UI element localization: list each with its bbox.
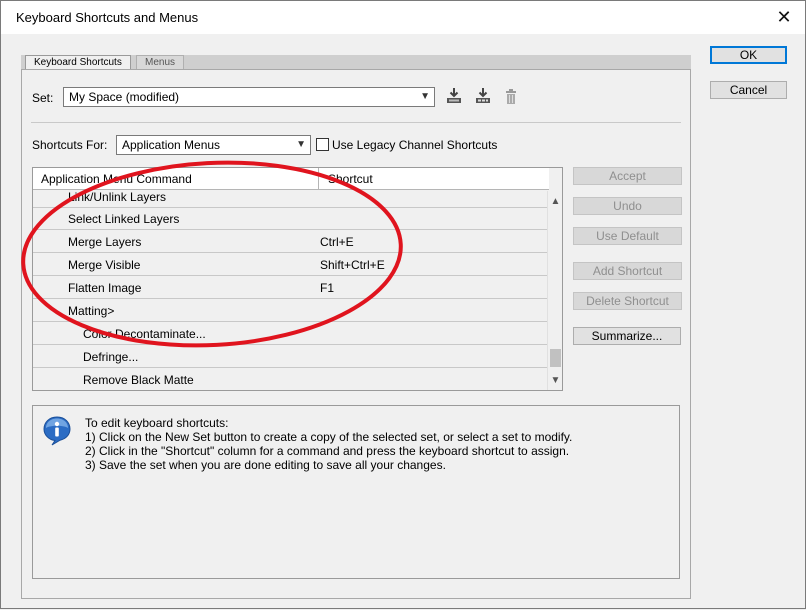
shortcuts-for-value: Application Menus (122, 138, 221, 152)
info-panel: To edit keyboard shortcuts: 1) Click on … (32, 405, 680, 579)
row-command: Merge Layers (68, 235, 142, 249)
info-text-line: 1) Click on the New Set button to create… (85, 430, 573, 444)
row-command: Color Decontaminate... (83, 327, 206, 341)
row-command: Link/Unlink Layers (68, 191, 167, 204)
set-dropdown-value: My Space (modified) (69, 90, 180, 104)
title-bar: Keyboard Shortcuts and Menus ✕ (1, 1, 805, 34)
ok-button[interactable]: OK (710, 46, 787, 64)
close-icon[interactable]: ✕ (773, 5, 795, 29)
undo-button[interactable]: Undo (573, 197, 682, 215)
chevron-down-icon: ▼ (296, 139, 306, 150)
set-label: Set: (32, 91, 54, 105)
table-row[interactable]: Link/Unlink Layers (33, 191, 547, 208)
save-set-as-icon[interactable] (474, 87, 492, 105)
table-row[interactable]: Remove Black Matte (33, 369, 547, 390)
legacy-channel-checkbox[interactable] (316, 138, 329, 151)
scroll-up-icon[interactable]: ▲ (548, 195, 562, 209)
row-shortcut[interactable]: F1 (320, 281, 334, 295)
info-text-line: 3) Save the set when you are done editin… (85, 458, 446, 472)
table-row[interactable]: Matting> (33, 300, 547, 322)
row-command: Defringe... (83, 350, 139, 364)
shortcuts-for-label: Shortcuts For: (32, 138, 108, 152)
row-shortcut[interactable]: Ctrl+E (320, 235, 354, 249)
vertical-scrollbar[interactable]: ▲ ▼ (547, 191, 562, 390)
keyboard-shortcuts-dialog: Keyboard Shortcuts and Menus ✕ OK Cancel… (0, 0, 806, 609)
column-header-shortcut[interactable]: Shortcut (319, 168, 549, 190)
separator (31, 122, 681, 123)
row-command: Remove Black Matte (83, 373, 194, 387)
row-command: Flatten Image (68, 281, 142, 295)
use-default-button[interactable]: Use Default (573, 227, 682, 245)
info-text-line: 2) Click in the "Shortcut" column for a … (85, 444, 570, 458)
accept-button[interactable]: Accept (573, 167, 682, 185)
row-command: Merge Visible (68, 258, 141, 272)
scrollbar-thumb[interactable] (550, 349, 561, 367)
shortcuts-for-dropdown[interactable]: Application Menus ▼ (116, 135, 311, 155)
info-icon (43, 416, 71, 446)
trash-icon[interactable] (502, 88, 520, 106)
table-row[interactable]: Merge Layers Ctrl+E (33, 231, 547, 253)
table-rows: Link/Unlink Layers Select Linked Layers … (33, 191, 547, 390)
set-dropdown[interactable]: My Space (modified) ▼ (63, 87, 435, 107)
chevron-down-icon: ▼ (420, 91, 430, 102)
delete-shortcut-button[interactable]: Delete Shortcut (573, 292, 682, 310)
tab-menus[interactable]: Menus (136, 55, 185, 70)
table-row[interactable]: Color Decontaminate... (33, 323, 547, 345)
table-row[interactable]: Merge Visible Shift+Ctrl+E (33, 254, 547, 276)
legacy-channel-label: Use Legacy Channel Shortcuts (332, 138, 498, 152)
table-row[interactable]: Flatten Image F1 (33, 277, 547, 299)
row-shortcut[interactable]: Shift+Ctrl+E (320, 258, 385, 272)
cancel-button[interactable]: Cancel (710, 81, 787, 99)
summarize-button[interactable]: Summarize... (573, 327, 681, 345)
row-command: Matting> (68, 304, 115, 318)
add-shortcut-button[interactable]: Add Shortcut (573, 262, 682, 280)
table-row[interactable]: Defringe... (33, 346, 547, 368)
row-command: Select Linked Layers (68, 212, 180, 226)
window-title: Keyboard Shortcuts and Menus (16, 10, 199, 25)
shortcuts-table: Application Menu Command Shortcut Link/U… (32, 167, 563, 391)
scroll-down-icon[interactable]: ▼ (548, 374, 562, 388)
table-row[interactable]: Select Linked Layers (33, 208, 547, 230)
column-header-command[interactable]: Application Menu Command (33, 168, 319, 190)
save-set-icon[interactable] (445, 87, 463, 105)
info-text-line: To edit keyboard shortcuts: (85, 416, 229, 430)
